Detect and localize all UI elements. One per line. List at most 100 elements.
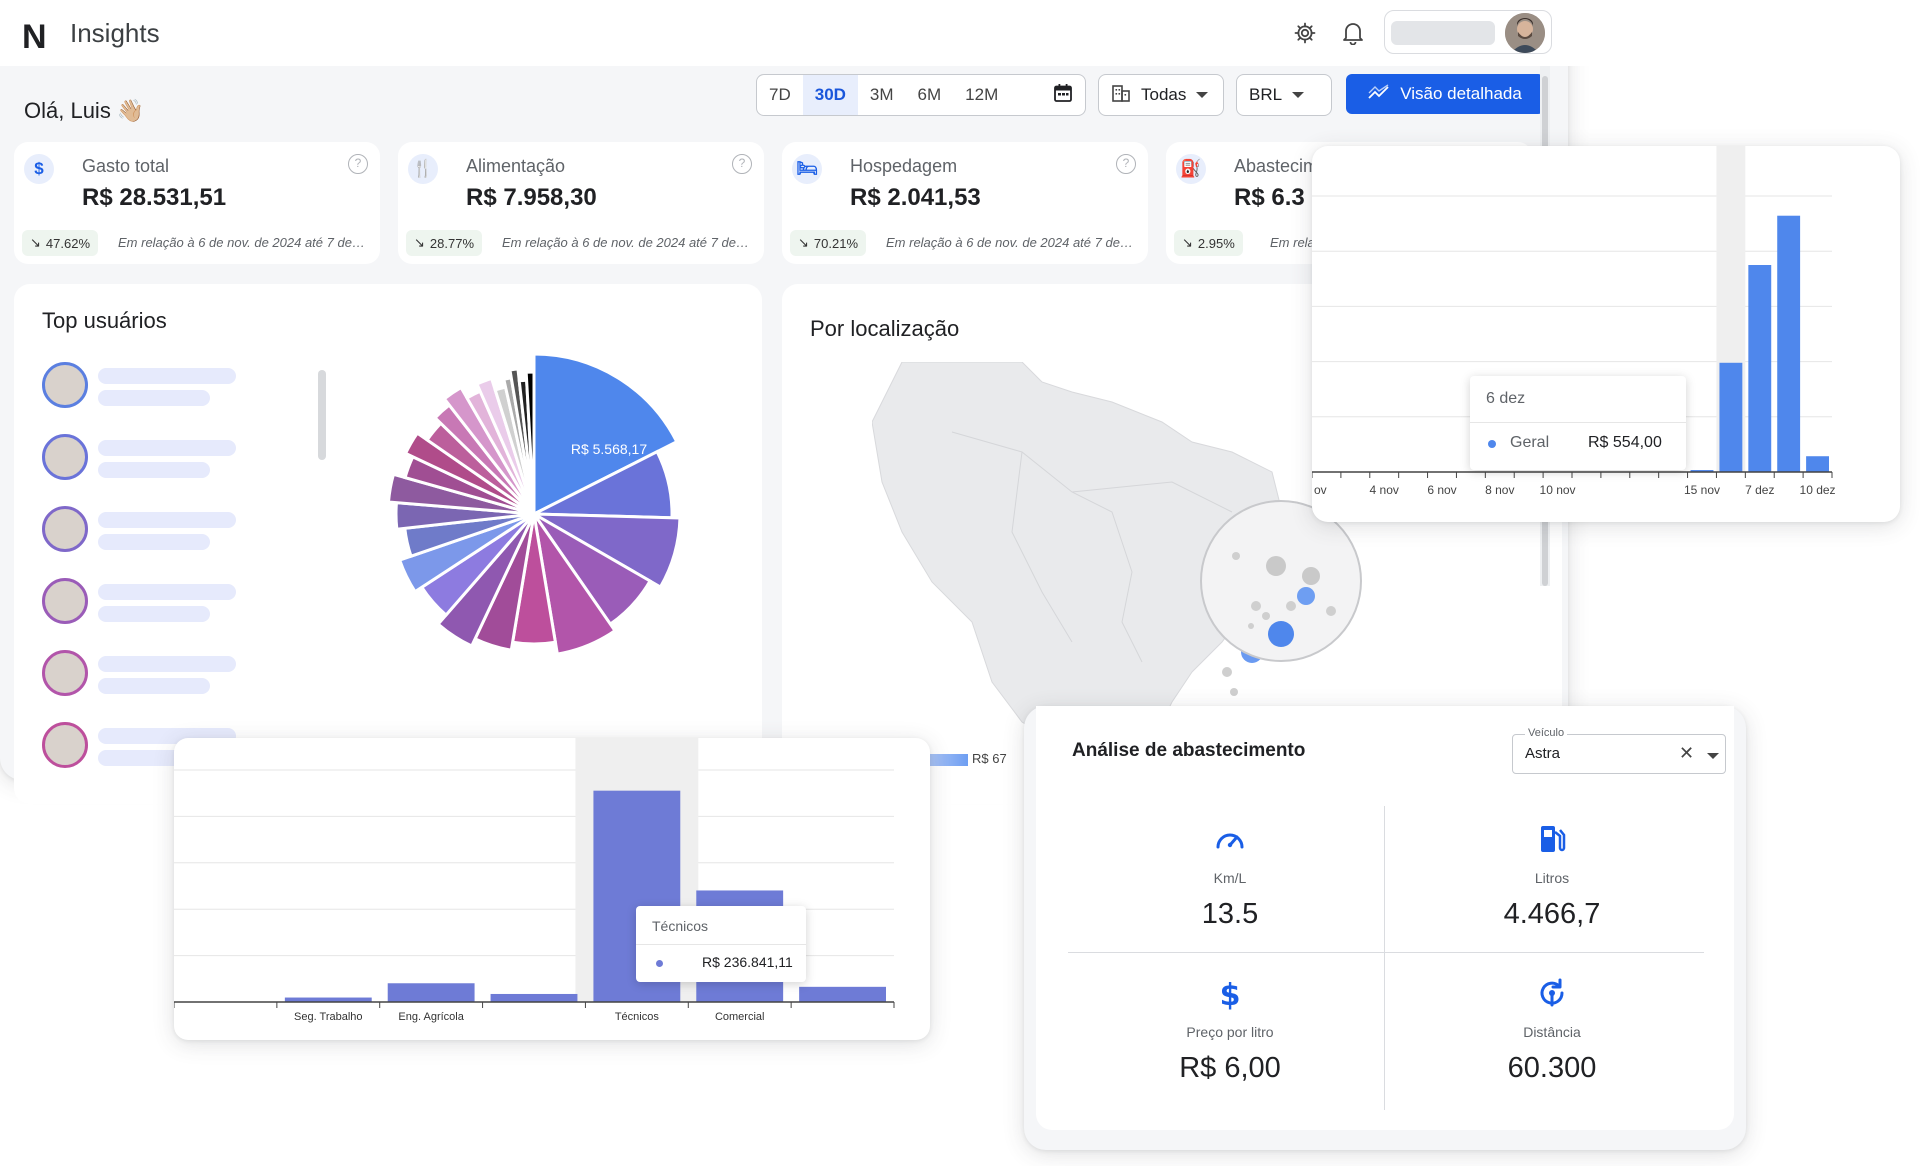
department-chart-card: Seg. Trabalho Eng. Agrícola Técnicos Comerc… xyxy=(173,738,930,1040)
metric-value: R$ 6,00 xyxy=(1179,1052,1281,1084)
bar[interactable] xyxy=(1748,265,1772,472)
app-title: Insights xyxy=(70,18,160,48)
kpi-label: Alimentação xyxy=(466,156,566,176)
bar[interactable] xyxy=(387,983,475,1002)
kpi-card-total[interactable]: $ Gasto total R$ 28.531,51 ? ↘ 47.62% Em … xyxy=(14,142,380,264)
metric-label: Km/L xyxy=(1213,870,1247,886)
trend-down-icon: ↘ xyxy=(30,235,41,250)
trend-value: 2.95% xyxy=(1197,235,1235,251)
tab-30d[interactable]: 30D xyxy=(802,75,858,115)
kpi-comparison: Em relação à 6 de nov. de 2024 até 7 de … xyxy=(502,235,752,250)
metric-label: Distância xyxy=(1523,1024,1581,1040)
bell-icon[interactable] xyxy=(1338,18,1368,48)
x-tick-label: Comercial xyxy=(715,1011,765,1023)
fuel-pump-icon xyxy=(1392,822,1712,856)
vehicle-value: Astra xyxy=(1525,745,1561,762)
building-icon xyxy=(1111,83,1131,108)
kpi-card-lodging[interactable]: 🛏 Hospedagem R$ 2.041,53 ? ↘ 70.21% Em re… xyxy=(782,142,1148,264)
fuel-icon: ⛽ xyxy=(1176,154,1206,184)
bed-icon: 🛏 xyxy=(792,154,822,184)
kpi-label: Gasto total xyxy=(82,156,170,176)
settings-icon[interactable] xyxy=(1290,18,1320,48)
x-tick-label: Seg. Trabalho xyxy=(294,1011,363,1023)
metric-label: Litros xyxy=(1534,870,1570,886)
svg-text:$: $ xyxy=(1220,978,1241,1010)
detail-view-button[interactable]: Visão detalhada xyxy=(1346,74,1544,114)
list-item[interactable] xyxy=(42,506,302,556)
vehicle-select[interactable]: Veículo Astra ✕ xyxy=(1512,727,1726,774)
close-icon[interactable]: ✕ xyxy=(1679,743,1694,764)
kpi-comparison: Em relação à 6 de nov. de 2024 até 7 de … xyxy=(886,235,1136,250)
trend-down-icon: ↘ xyxy=(798,235,809,250)
tab-12m[interactable]: 12M xyxy=(953,75,1010,115)
trend-badge: ↘ 28.77% xyxy=(406,230,482,256)
avatar xyxy=(42,434,88,480)
list-item[interactable] xyxy=(42,650,302,700)
bar[interactable] xyxy=(1806,456,1829,472)
list-item[interactable] xyxy=(42,578,302,628)
bar[interactable] xyxy=(799,986,886,1002)
kpi-value: R$ 28.531,51 xyxy=(82,184,227,211)
profile-name-placeholder xyxy=(1391,21,1495,45)
avatar xyxy=(42,650,88,696)
currency-dropdown[interactable]: BRL xyxy=(1236,74,1332,116)
tab-7d[interactable]: 7D xyxy=(757,75,803,115)
help-icon[interactable]: ? xyxy=(732,154,752,174)
trend-down-icon: ↘ xyxy=(1182,235,1193,250)
metric-distance: Distância 60.300 xyxy=(1392,976,1712,1085)
x-tick-label: 8 nov xyxy=(1485,483,1514,497)
period-selector: 7D 30D 3M 6M 12M xyxy=(756,74,1086,116)
list-item[interactable] xyxy=(42,434,302,484)
trend-value: 70.21% xyxy=(813,235,858,251)
bar[interactable] xyxy=(1719,362,1743,472)
branch-value: Todas xyxy=(1141,85,1187,104)
fuel-analysis-panel: Análise de abastecimento Veículo Astra ✕… xyxy=(1036,706,1734,1130)
tooltip-title: Técnicos xyxy=(652,918,709,934)
detail-view-label: Visão detalhada xyxy=(1400,84,1522,103)
dollar-icon: $ xyxy=(1070,976,1390,1010)
avatar xyxy=(42,722,88,768)
trend-value: 28.77% xyxy=(429,235,474,251)
help-icon[interactable]: ? xyxy=(348,154,368,174)
trend-badge: ↘ 47.62% xyxy=(22,230,98,256)
location-title: Por localização xyxy=(810,316,960,341)
x-tick-label: 10 dez xyxy=(1800,483,1836,497)
kpi-card-food[interactable]: 🍴 Alimentação R$ 7.958,30 ? ↘ 28.77% Em r… xyxy=(398,142,764,264)
bar[interactable] xyxy=(490,993,578,1002)
currency-value: BRL xyxy=(1249,85,1283,104)
kpi-label: Hospedagem xyxy=(850,156,958,176)
avatar xyxy=(42,362,88,408)
profile-menu[interactable] xyxy=(1384,10,1552,54)
chart-line-icon xyxy=(1368,83,1390,105)
scrollbar[interactable] xyxy=(318,370,326,460)
vehicle-label: Veículo xyxy=(1525,727,1568,739)
top-users-pie-chart: R$ 5.568,17 xyxy=(386,352,682,656)
calendar-icon[interactable] xyxy=(1053,83,1073,108)
help-icon[interactable]: ? xyxy=(1116,154,1136,174)
tooltip-value: R$ 236.841,11 xyxy=(702,954,793,970)
tooltip-value: R$ 554,00 xyxy=(1588,434,1662,451)
tab-6m[interactable]: 6M xyxy=(906,75,954,115)
metric-value: 4.466,7 xyxy=(1503,898,1601,930)
branch-dropdown[interactable]: Todas xyxy=(1098,74,1224,116)
x-tick-label: 10 nov xyxy=(1540,483,1576,497)
x-tick-label: Técnicos xyxy=(615,1011,660,1023)
x-tick-label: 15 nov xyxy=(1684,483,1720,497)
metric-price-per-liter: $ Preço por litro R$ 6,00 xyxy=(1070,976,1390,1085)
x-tick-label: Eng. Agrícola xyxy=(398,1011,464,1023)
metric-liters: Litros 4.466,7 xyxy=(1392,822,1712,931)
bar[interactable] xyxy=(1777,215,1801,472)
list-item[interactable] xyxy=(42,362,302,412)
fork-knife-icon: 🍴 xyxy=(408,154,438,184)
fuel-analysis-card: Análise de abastecimento Veículo Astra ✕… xyxy=(1024,706,1746,1150)
trend-value: 47.62% xyxy=(45,235,90,251)
avatar xyxy=(42,506,88,552)
fuel-title: Análise de abastecimento xyxy=(1072,740,1306,761)
x-tick-label: 6 nov xyxy=(1427,483,1456,497)
tab-3m[interactable]: 3M xyxy=(858,75,906,115)
kpi-value: R$ 7.958,30 xyxy=(466,184,597,211)
kpi-value: R$ 6.3 xyxy=(1234,184,1305,211)
route-icon xyxy=(1392,976,1712,1010)
chevron-down-icon[interactable] xyxy=(1707,753,1719,759)
chevron-down-icon xyxy=(1292,92,1305,98)
